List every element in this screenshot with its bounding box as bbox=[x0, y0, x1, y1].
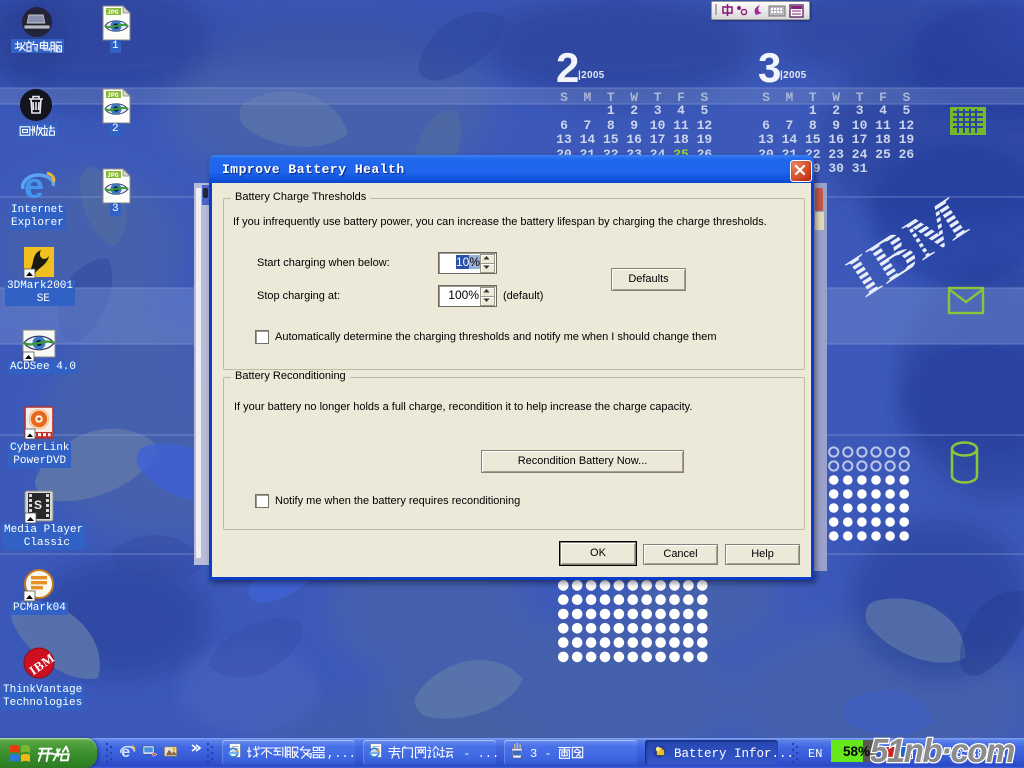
svg-text:JPG: JPG bbox=[107, 9, 119, 16]
svg-text:e: e bbox=[24, 167, 44, 205]
svg-text:S: S bbox=[34, 498, 42, 512]
svg-text:JPG: JPG bbox=[107, 92, 119, 99]
svg-text:JPG: JPG bbox=[107, 172, 119, 179]
svg-text:e: e bbox=[121, 743, 130, 760]
svg-text:51nb·com: 51nb·com bbox=[870, 733, 1014, 768]
